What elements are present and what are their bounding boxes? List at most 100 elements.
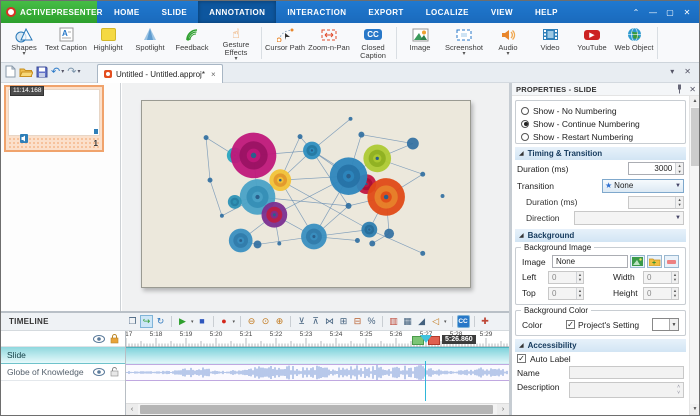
menu-interaction[interactable]: INTERACTION — [276, 1, 357, 23]
redo-button[interactable]: ↷▾ — [67, 65, 80, 78]
menu-annotation[interactable]: ANNOTATION — [198, 1, 276, 23]
duration-spinner[interactable]: 3000 ▲▼ — [628, 162, 684, 175]
description-input[interactable]: ˄˅ — [569, 382, 684, 398]
image-remove-button[interactable] — [664, 255, 679, 268]
filmstrip-icon[interactable]: ▦ — [401, 315, 414, 328]
project-setting-checkbox[interactable]: ✓ — [566, 320, 575, 329]
insert-time-icon[interactable]: ⊞ — [337, 315, 350, 328]
ribbon-button-highlight[interactable]: Highlight — [87, 24, 129, 62]
playback-speed-icon[interactable]: % — [365, 315, 378, 328]
radio-no-numbering[interactable]: Show - No Numbering — [521, 104, 680, 117]
ribbon-button-shapes[interactable]: Shapes ▾ — [3, 24, 45, 62]
dock-close-icon[interactable]: ✕ — [684, 67, 691, 76]
width-spinner[interactable]: 0▲▼ — [643, 271, 679, 284]
slide-time-bar[interactable] — [126, 347, 509, 364]
zoom-out-icon[interactable]: ⊖ — [245, 315, 258, 328]
multi-split-icon[interactable]: ⊼ — [309, 315, 322, 328]
ribbon-button-spotlight[interactable]: Spotlight — [129, 24, 171, 62]
menu-slide[interactable]: SLIDE — [151, 1, 199, 23]
scrollbar-thumb[interactable] — [140, 405, 493, 414]
name-input[interactable] — [569, 366, 684, 379]
scroll-right-icon[interactable]: › — [497, 404, 509, 415]
height-spinner[interactable]: 0▲▼ — [643, 287, 679, 300]
track-row-globe-of-knowledge[interactable]: Globe of Knowledge — [1, 364, 125, 381]
lock-all-icon[interactable] — [110, 334, 119, 344]
playhead-marker[interactable] — [420, 335, 432, 349]
pin-icon[interactable] — [676, 84, 683, 94]
section-background[interactable]: ◢ Background — [515, 229, 686, 242]
activepresenter-button[interactable]: ACTIVEPRESENTER — [1, 1, 97, 23]
transition-dropdown[interactable]: ★ None ▼ — [602, 179, 684, 193]
menu-export[interactable]: EXPORT — [357, 1, 414, 23]
radio-continue-numbering[interactable]: Show - Continue Numbering — [521, 117, 680, 130]
minimize-icon[interactable]: — — [645, 8, 661, 17]
direction-dropdown[interactable]: ▼ — [574, 211, 684, 225]
stop-icon[interactable]: ■ — [196, 315, 209, 328]
ribbon-button-audio[interactable]: Audio ▾ — [487, 24, 529, 62]
dropdown-caret-icon[interactable]: ▾ — [233, 319, 236, 325]
new-button[interactable] — [5, 65, 16, 78]
color-swatch[interactable]: ▼ — [652, 318, 679, 331]
left-spinner[interactable]: 0▲▼ — [548, 271, 584, 284]
tab-close-icon[interactable]: × — [211, 70, 216, 79]
freeze-frame-icon[interactable]: ▥ — [387, 315, 400, 328]
section-timing-transition[interactable]: ◢ Timing & Transition — [515, 147, 686, 160]
arrange-objects-icon[interactable]: ❐ — [126, 315, 139, 328]
section-accessibility[interactable]: ◢ Accessibility — [515, 339, 686, 352]
ribbon-button-image[interactable]: Image — [399, 24, 441, 62]
transition-duration-spinner[interactable]: ▲▼ — [628, 196, 684, 209]
menu-home[interactable]: HOME — [103, 1, 151, 23]
record-narration-icon[interactable]: ● — [218, 315, 231, 328]
pan-timeline-icon[interactable]: ↪ — [140, 315, 153, 328]
playhead-line[interactable] — [425, 361, 426, 401]
split-icon[interactable]: ⊻ — [295, 315, 308, 328]
auto-label-checkbox[interactable]: ✓ — [517, 354, 526, 363]
ribbon-button-screenshot[interactable]: Screenshot ▾ — [441, 24, 487, 62]
show-hide-icon[interactable] — [93, 368, 105, 376]
menu-localize[interactable]: LOCALIZE — [415, 1, 480, 23]
maximize-icon[interactable]: ▢ — [662, 8, 678, 17]
save-button[interactable] — [36, 66, 48, 78]
scroll-up-icon[interactable]: ▲ — [690, 96, 700, 107]
open-button[interactable] — [19, 66, 33, 78]
ribbon-button-feedback[interactable]: Feedback — [171, 24, 213, 62]
scrollbar-thumb[interactable] — [691, 108, 699, 166]
dropdown-caret-icon[interactable]: ▾ — [444, 319, 447, 325]
top-spinner[interactable]: 0▲▼ — [548, 287, 584, 300]
ribbon-button-web-object[interactable]: Web Object — [613, 24, 655, 62]
volume-icon[interactable]: ◁ — [429, 315, 442, 328]
panel-close-icon[interactable]: ✕ — [689, 85, 696, 94]
scroll-down-icon[interactable]: ▼ — [690, 404, 700, 415]
menu-view[interactable]: VIEW — [480, 1, 524, 23]
ribbon-button-zoom-n-pan[interactable]: Zoom-n-Pan — [306, 24, 352, 62]
properties-scrollbar[interactable]: ▲ ▼ — [689, 96, 700, 415]
image-library-button[interactable] — [630, 255, 645, 268]
audio-fade-icon[interactable]: ◢ — [415, 315, 428, 328]
ribbon-button-cursor-path[interactable]: Cursor Path — [264, 24, 306, 62]
image-input[interactable]: None — [552, 255, 628, 268]
ribbon-button-closed-caption[interactable]: CC Closed Caption — [352, 24, 394, 62]
zoom-reset-icon[interactable]: ⊙ — [259, 315, 272, 328]
dock-collapse-icon[interactable]: ▾ — [670, 67, 674, 76]
audio-object-bar[interactable] — [126, 364, 509, 381]
scroll-left-icon[interactable]: ‹ — [126, 404, 138, 415]
loop-playback-icon[interactable]: ↻ — [154, 315, 167, 328]
zoom-in-icon[interactable]: ⊕ — [273, 315, 286, 328]
spinner-arrows-icon[interactable]: ▲▼ — [675, 163, 683, 174]
ribbon-button-video[interactable]: Video — [529, 24, 571, 62]
slide-canvas[interactable] — [141, 100, 471, 288]
menu-help[interactable]: HELP — [524, 1, 569, 23]
slide-thumbnail[interactable]: 1 11:14.168 — [4, 85, 104, 152]
close-icon[interactable]: ✕ — [679, 8, 695, 17]
delete-time-icon[interactable]: ⊟ — [351, 315, 364, 328]
timeline-horizontal-scrollbar[interactable]: ‹ › — [126, 403, 509, 415]
ribbon-button-youtube[interactable]: ▶ YouTube — [571, 24, 613, 62]
ribbon-collapse-icon[interactable]: ⌃ — [628, 8, 644, 17]
ribbon-button-text-caption[interactable]: A Text Caption — [45, 24, 87, 62]
dropdown-caret-icon[interactable]: ▾ — [191, 319, 194, 325]
ribbon-button-gesture-effects[interactable]: ☝ Gesture Effects ▾ — [213, 24, 259, 62]
image-browse-button[interactable]: + — [647, 255, 662, 268]
closed-caption-icon[interactable]: CC — [457, 315, 470, 328]
undo-button[interactable]: ↶▾ — [51, 65, 64, 78]
document-tab[interactable]: Untitled - Untitled.approj* × — [97, 64, 223, 83]
